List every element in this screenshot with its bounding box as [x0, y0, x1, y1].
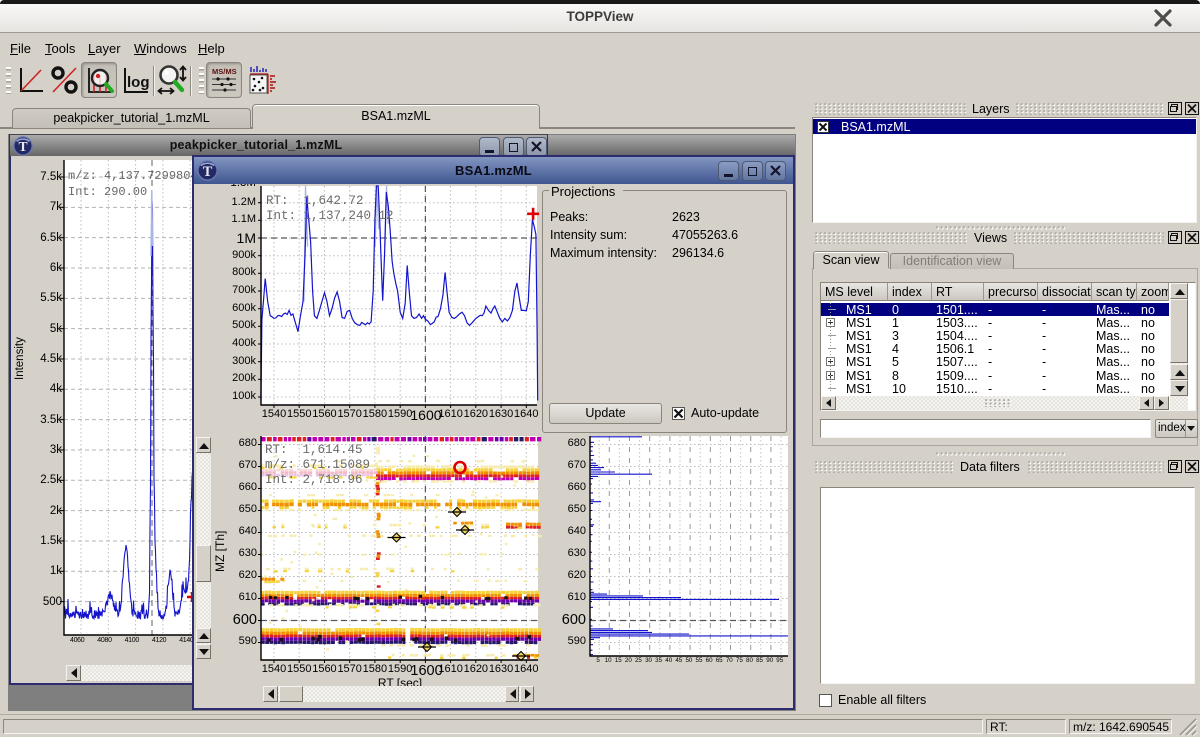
svg-text:MS/MS: MS/MS: [212, 67, 237, 76]
svg-text:T: T: [18, 139, 27, 154]
svg-text:log: log: [127, 74, 150, 91]
